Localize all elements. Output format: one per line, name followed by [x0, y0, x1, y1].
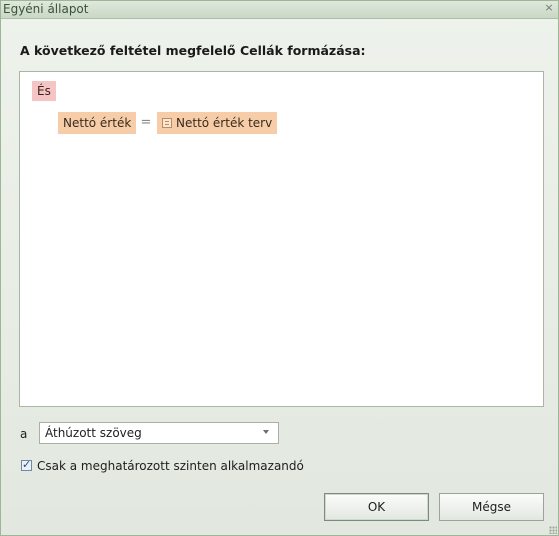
apply-level-checkbox[interactable]: ✓ [21, 458, 32, 471]
condition-operator[interactable]: = [139, 112, 153, 134]
cancel-button[interactable]: Mégse [439, 493, 544, 521]
group-operator-and[interactable]: És [32, 81, 56, 101]
close-icon[interactable]: × [543, 1, 555, 15]
window-title: Egyéni állapot [3, 2, 89, 16]
filter-editor-panel[interactable]: És Nettó érték = Nettó érték terv [19, 71, 544, 407]
condition-left-field[interactable]: Nettó érték [58, 112, 137, 134]
list-icon [162, 118, 172, 128]
format-label: a [20, 427, 28, 441]
resize-grip-icon[interactable] [549, 526, 557, 534]
ok-button[interactable]: OK [324, 493, 429, 521]
custom-condition-dialog: Egyéni állapot × A következő feltétel me… [0, 0, 559, 536]
format-selected-value: Áthúzott szöveg [45, 426, 142, 440]
chevron-down-icon[interactable] [263, 430, 269, 434]
apply-level-checkbox-label: Csak a meghatározott szinten alkalmazand… [37, 459, 304, 473]
checkmark-icon: ✓ [22, 458, 32, 471]
title-bar[interactable]: Egyéni állapot × [1, 1, 558, 19]
condition-right-field[interactable]: Nettó érték terv [157, 112, 278, 134]
dialog-heading: A következő feltétel megfelelő Cellák fo… [20, 43, 366, 58]
format-combobox[interactable]: Áthúzott szöveg [39, 422, 279, 444]
condition-right-field-label: Nettó érték terv [176, 116, 273, 130]
